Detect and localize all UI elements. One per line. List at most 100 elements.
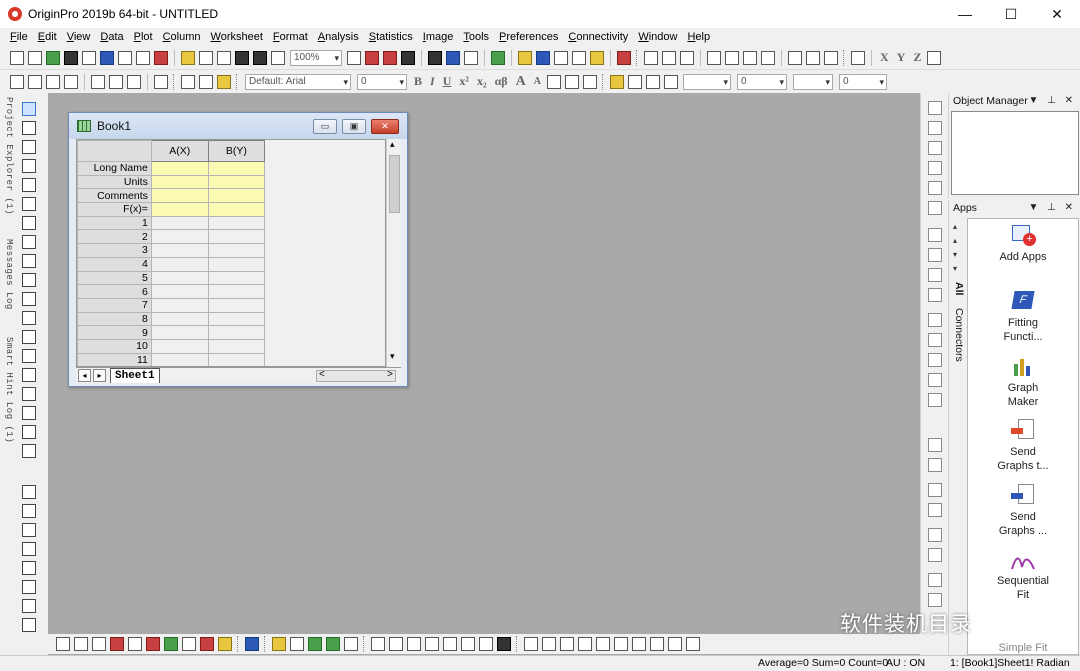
units-row-label[interactable]: Units	[77, 174, 152, 190]
front-icon[interactable]	[928, 528, 942, 542]
menu-statistics[interactable]: Statistics	[369, 31, 413, 43]
polar-plot-icon[interactable]	[182, 637, 196, 651]
cell[interactable]	[150, 297, 209, 313]
rectangle-tool-icon[interactable]	[22, 349, 36, 363]
annotation-icon[interactable]	[22, 292, 36, 306]
zoom-in-tool-icon[interactable]	[22, 121, 36, 135]
line-plot-icon[interactable]	[56, 637, 70, 651]
line-style-combo[interactable]	[682, 73, 731, 90]
cell[interactable]	[150, 284, 209, 299]
hand-tool-icon[interactable]	[22, 368, 36, 382]
cell[interactable]	[150, 229, 209, 245]
toolbar-grip[interactable]	[363, 636, 366, 652]
tool-c-icon[interactable]	[560, 637, 574, 651]
status-auto-update[interactable]: AU : ON	[886, 656, 925, 671]
line-width-combo[interactable]: 0	[736, 73, 787, 90]
histogram-icon[interactable]	[389, 637, 403, 651]
new-folder-icon[interactable]	[28, 50, 42, 65]
size-height-icon[interactable]	[928, 593, 942, 607]
row-header[interactable]: 1	[77, 215, 152, 231]
column-plot-icon[interactable]	[725, 50, 739, 65]
cell[interactable]	[150, 188, 209, 204]
add-text-layer-icon[interactable]	[22, 523, 36, 537]
template-library-icon[interactable]	[218, 637, 232, 651]
text-tool-icon[interactable]	[22, 273, 36, 287]
probability-plot-icon[interactable]	[407, 637, 421, 651]
align-top-icon[interactable]	[928, 353, 942, 367]
vertical-scrollbar[interactable]: ▴ ▾	[386, 139, 401, 367]
double-y-icon[interactable]	[479, 637, 493, 651]
app-send-graphs-word[interactable]: Send Graphs ...	[968, 483, 1078, 538]
cell[interactable]	[207, 325, 266, 340]
align-icon[interactable]	[546, 74, 561, 89]
menu-view[interactable]: View	[67, 31, 91, 43]
greek-button[interactable]: αβ	[495, 74, 508, 89]
set-z-button[interactable]: Z	[913, 50, 921, 65]
worksheet-grid[interactable]: A(X) B(Y) Long Name Units Comments F(x)=…	[76, 139, 386, 367]
sheet-tab[interactable]: Sheet1	[110, 368, 160, 383]
cell[interactable]	[207, 188, 266, 204]
superscript-button[interactable]: x²	[459, 74, 469, 89]
cell[interactable]	[207, 243, 266, 258]
workbook-window[interactable]: Book1 ▭ ▣ ✕ A(X) B(Y) Long Name Units Co…	[68, 112, 408, 387]
cell[interactable]	[150, 270, 209, 286]
smart-hint-log-tab[interactable]: Smart Hint Log (1)	[0, 337, 14, 443]
column-header-a[interactable]: A(X)	[150, 140, 209, 162]
mask-tool-icon[interactable]	[22, 216, 36, 230]
increase-font-button[interactable]: A	[516, 74, 526, 90]
scroll-down-arrow[interactable]: ▾	[953, 250, 957, 259]
tool-f-icon[interactable]	[614, 637, 628, 651]
pattern-icon[interactable]	[627, 74, 642, 89]
cell[interactable]	[207, 338, 266, 354]
pan-tool-icon[interactable]	[22, 425, 36, 439]
underline-button[interactable]: U	[443, 74, 452, 89]
extract-icon[interactable]	[127, 74, 141, 89]
column-header-b[interactable]: B(Y)	[207, 140, 266, 162]
filter-options-icon[interactable]	[824, 50, 838, 65]
ungroup-icon[interactable]	[928, 503, 942, 517]
line-color-icon[interactable]	[645, 74, 660, 89]
app-send-graphs-ppt[interactable]: Send Graphs t...	[968, 418, 1078, 473]
menu-analysis[interactable]: Analysis	[318, 31, 359, 43]
axis-scale-icon[interactable]	[928, 201, 942, 215]
font-color-icon[interactable]	[582, 74, 597, 89]
contour-plot-icon[interactable]	[272, 637, 286, 651]
cell[interactable]	[207, 352, 266, 366]
save-template-icon[interactable]	[253, 50, 267, 65]
corner-cell[interactable]	[77, 140, 152, 162]
tool-g-icon[interactable]	[632, 637, 646, 651]
stack-plot-icon[interactable]	[497, 637, 511, 651]
workbook-close-button[interactable]: ✕	[371, 119, 399, 134]
new-matrix-icon[interactable]	[64, 50, 78, 65]
menu-column[interactable]: Column	[163, 31, 201, 43]
tool-a-icon[interactable]	[524, 637, 538, 651]
layer-tool-icon[interactable]	[22, 444, 36, 458]
open-excel-icon[interactable]	[217, 50, 231, 65]
cell[interactable]	[150, 311, 209, 327]
tool-b-icon[interactable]	[542, 637, 556, 651]
menu-edit[interactable]: Edit	[38, 31, 57, 43]
sort-icon[interactable]	[680, 50, 694, 65]
object-manager-controls[interactable]: ▼ ⊥ ✕	[1028, 93, 1076, 109]
close-button[interactable]: ✕	[1034, 0, 1080, 28]
region-tool-icon[interactable]	[22, 387, 36, 401]
messages-log-tab[interactable]: Messages Log	[0, 239, 14, 310]
cell[interactable]	[207, 174, 266, 190]
filter-clear-icon[interactable]	[806, 50, 820, 65]
row-header[interactable]: 6	[77, 284, 152, 299]
decrease-font-button[interactable]: A	[534, 76, 541, 87]
toolbar-grip[interactable]	[601, 73, 605, 90]
cell[interactable]	[207, 311, 266, 327]
group-icon[interactable]	[928, 483, 942, 497]
font-size-combo[interactable]: 0	[357, 73, 407, 90]
back-icon[interactable]	[928, 548, 942, 562]
scroll-down-arrow[interactable]: ▾	[390, 351, 395, 362]
draw-data-icon[interactable]	[22, 235, 36, 249]
3d-scatter-icon[interactable]	[290, 637, 304, 651]
apps-controls[interactable]: ▼ ⊥ ✕	[1028, 200, 1076, 216]
object-manager-tree[interactable]	[951, 111, 1079, 195]
menu-preferences[interactable]: Preferences	[499, 31, 558, 43]
import-single-icon[interactable]	[10, 74, 24, 89]
row-header[interactable]: 4	[77, 256, 152, 272]
cell[interactable]	[150, 338, 209, 354]
